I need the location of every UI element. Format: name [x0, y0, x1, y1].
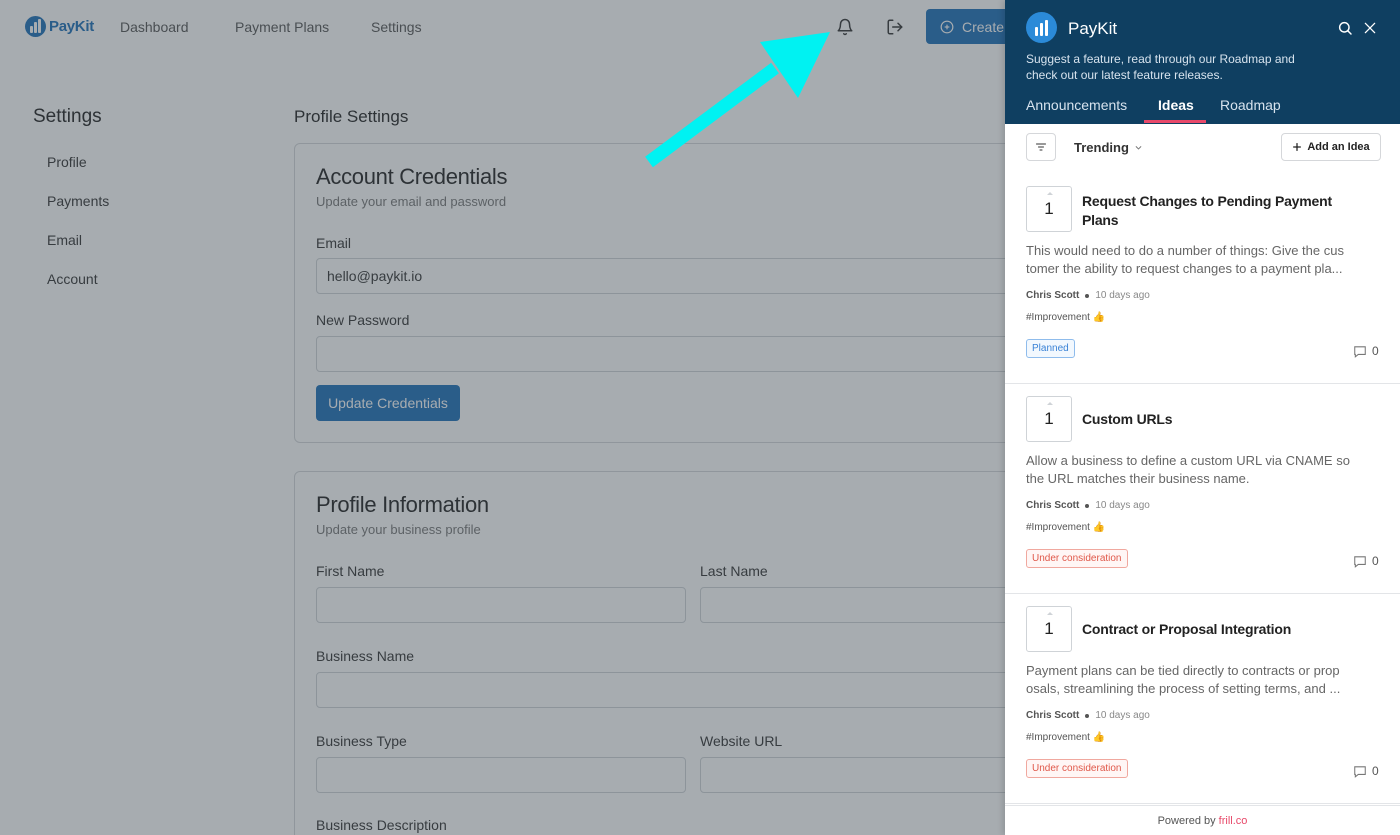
- comment-count[interactable]: 0: [1353, 554, 1379, 568]
- idea-description: Allow a business to define a custom URL …: [1026, 453, 1350, 486]
- idea-tag[interactable]: #Improvement 👍: [1026, 312, 1105, 323]
- idea-author: Chris Scott: [1026, 290, 1080, 301]
- comment-icon: [1354, 555, 1366, 568]
- idea-card[interactable]: 1 Request Changes to Pending Payment Pla…: [1005, 174, 1400, 384]
- widget-header: PayKit Suggest a feature, read through o…: [1005, 0, 1400, 124]
- idea-card[interactable]: 1 Custom URLs Allow a business to define…: [1005, 384, 1400, 594]
- filter-button[interactable]: [1026, 133, 1056, 161]
- feedback-widget-panel: PayKit Suggest a feature, read through o…: [1005, 0, 1400, 835]
- idea-time: 10 days ago: [1095, 290, 1150, 301]
- idea-time: 10 days ago: [1095, 710, 1150, 721]
- idea-card[interactable]: 1 Contract or Proposal Integration Payme…: [1005, 594, 1400, 804]
- comment-icon: [1354, 345, 1366, 358]
- idea-tag[interactable]: #Improvement 👍: [1026, 522, 1105, 533]
- close-icon[interactable]: [1361, 19, 1379, 37]
- chevron-down-icon: [1135, 146, 1142, 150]
- idea-time: 10 days ago: [1095, 500, 1150, 511]
- tab-announcements[interactable]: Announcements: [1026, 97, 1127, 113]
- idea-title[interactable]: Request Changes to Pending Payment Plans: [1082, 192, 1367, 230]
- comment-count[interactable]: 0: [1353, 344, 1379, 358]
- idea-title[interactable]: Custom URLs: [1082, 410, 1367, 429]
- tab-roadmap[interactable]: Roadmap: [1220, 97, 1281, 113]
- comment-count[interactable]: 0: [1353, 764, 1379, 778]
- comment-count-value: 0: [1372, 554, 1379, 568]
- idea-meta: Chris Scott 10 days ago: [1026, 290, 1150, 301]
- separator-dot: [1085, 293, 1090, 298]
- tab-ideas[interactable]: Ideas: [1158, 97, 1194, 113]
- powered-prefix: Powered by: [1157, 814, 1216, 827]
- idea-author: Chris Scott: [1026, 710, 1080, 721]
- add-idea-button[interactable]: Add an Idea: [1281, 133, 1381, 161]
- status-badge: Under consideration: [1026, 759, 1128, 778]
- idea-description: This would need to do a number of things…: [1026, 243, 1344, 276]
- separator-dot: [1085, 503, 1090, 508]
- upvote-button[interactable]: 1: [1026, 606, 1072, 652]
- sort-label: Trending: [1074, 140, 1129, 155]
- comment-count-value: 0: [1372, 344, 1379, 358]
- idea-meta: Chris Scott 10 days ago: [1026, 710, 1150, 721]
- plus-icon: [1293, 143, 1302, 151]
- powered-brand-link[interactable]: frill.co: [1219, 815, 1248, 827]
- upvote-button[interactable]: 1: [1026, 186, 1072, 232]
- idea-tag[interactable]: #Improvement 👍: [1026, 732, 1105, 743]
- upvote-button[interactable]: 1: [1026, 396, 1072, 442]
- idea-description: Payment plans can be tied directly to co…: [1026, 663, 1341, 696]
- idea-author: Chris Scott: [1026, 500, 1080, 511]
- status-badge: Under consideration: [1026, 549, 1128, 568]
- annotation-arrow: [645, 32, 830, 168]
- status-badge: Planned: [1026, 339, 1075, 358]
- filter-icon: [1035, 143, 1047, 151]
- comment-count-value: 0: [1372, 764, 1379, 778]
- widget-title: PayKit: [1068, 19, 1118, 38]
- sort-dropdown[interactable]: Trending: [1074, 140, 1143, 155]
- idea-meta: Chris Scott 10 days ago: [1026, 500, 1150, 511]
- ideas-toolbar: Trending Add an Idea: [1005, 124, 1400, 174]
- search-icon[interactable]: [1336, 19, 1354, 37]
- idea-title[interactable]: Contract or Proposal Integration: [1082, 620, 1367, 639]
- active-tab-indicator: [1144, 120, 1206, 123]
- powered-by-footer: Powered by frill.co: [1005, 805, 1400, 835]
- comment-icon: [1354, 765, 1366, 778]
- add-idea-label: Add an Idea: [1307, 141, 1370, 153]
- separator-dot: [1085, 713, 1090, 718]
- widget-description: Suggest a feature, read through our Road…: [1026, 52, 1295, 82]
- paykit-widget-logo-icon: [1026, 12, 1057, 43]
